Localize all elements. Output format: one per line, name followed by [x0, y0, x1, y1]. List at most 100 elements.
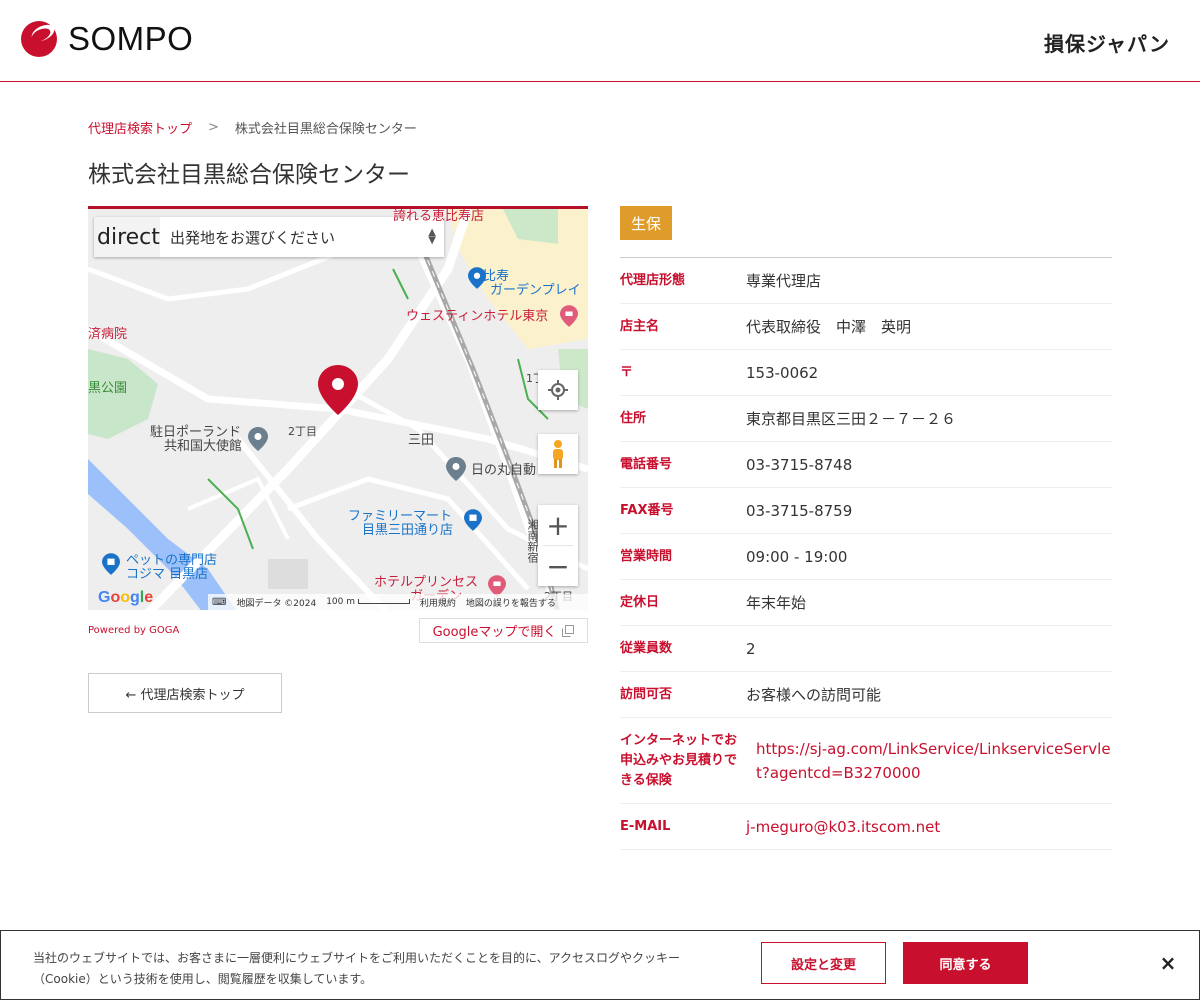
scale-bar[interactable]: 100 m — [326, 597, 410, 607]
breadcrumb-current: 株式会社目黒総合保険センター — [234, 122, 417, 137]
info-row-hours: 営業時間 09:00 - 19:00 — [620, 534, 1112, 580]
info-row-phone: 電話番号 03-3715-8748 — [620, 442, 1112, 488]
info-row-fax: FAX番号 03-3715-8759 — [620, 488, 1112, 534]
close-icon[interactable]: × — [1156, 951, 1180, 975]
embassy-pin-icon[interactable] — [248, 427, 268, 451]
map-label-pet2: コジマ 目黒店 — [126, 567, 209, 582]
map-label-familymart: ファミリーマート — [348, 509, 453, 524]
info-label: 訪問可否 — [620, 686, 673, 702]
map-label-westin: ウェスティンホテル東京 — [406, 309, 549, 324]
info-row-postal-code: 〒 153-0062 — [620, 350, 1112, 396]
pegman-icon — [553, 440, 563, 468]
info-label: 住所 — [620, 410, 647, 426]
info-row-email: E-MAIL j-meguro@k03.itscom.net — [620, 804, 1112, 850]
info-row-holidays: 定休日 年末年始 — [620, 580, 1112, 626]
map-label-pet: ペットの専門店 — [126, 553, 218, 568]
map-label-2chome: 2丁目 — [288, 425, 317, 438]
info-value: 代表取締役 中澤 英明 — [746, 317, 912, 336]
zoom-controls: + − — [538, 505, 578, 586]
info-row-address: 住所 東京都目黒区三田２－７－２６ — [620, 396, 1112, 442]
info-label: 営業時間 — [620, 548, 673, 564]
info-value: お客様への訪問可能 — [746, 685, 882, 704]
google-logo[interactable]: Google — [98, 589, 153, 607]
cookie-banner: 当社のウェブサイトでは、お客さまに一層便利にウェブサイトをご利用いただくことを目… — [0, 930, 1200, 1000]
info-value: 東京都目黒区三田２－７－２６ — [746, 409, 957, 428]
email-link[interactable]: j-meguro@k03.itscom.net — [746, 815, 1112, 839]
info-row-agency-type: 代理店形態 専業代理店 — [620, 258, 1112, 304]
map-label-familymart2: 目黒三田通り店 — [362, 523, 454, 538]
info-row-visit: 訪問可否 お客様への訪問可能 — [620, 672, 1112, 718]
report-error-link[interactable]: 地図の誤りを報告する — [466, 596, 556, 609]
agency-info-table: 代理店形態 専業代理店 店主名 代表取締役 中澤 英明 〒 153-0062 住… — [620, 257, 1112, 850]
page-title: 株式会社目黒総合保険センター — [88, 162, 410, 188]
info-value: 09:00 - 19:00 — [746, 547, 848, 566]
zoom-out-button[interactable]: − — [538, 546, 578, 586]
external-window-icon — [562, 624, 575, 637]
breadcrumb-top-link[interactable]: 代理店検索トップ — [88, 118, 192, 137]
online-insurance-link[interactable]: https://sj-ag.com/LinkService/Linkservic… — [746, 737, 1112, 785]
map-label-mita: 三田 — [408, 433, 435, 448]
info-row-online-insurance: インターネットでお申込みやお見積りできる保険 https://sj-ag.com… — [620, 718, 1112, 804]
street-view-button[interactable] — [538, 434, 578, 474]
info-label: 代理店形態 — [620, 272, 686, 288]
cookie-notice-text: 当社のウェブサイトでは、お客さまに一層便利にウェブサイトをご利用いただくことを目… — [33, 951, 681, 986]
map-label-park: 黒公園 — [88, 381, 128, 396]
crosshair-icon — [548, 380, 568, 400]
map-data-credit: 地図データ ©2024 — [236, 598, 317, 609]
site-header: SOMPO 損保ジャパン — [0, 0, 1200, 82]
sompo-logo-icon — [20, 20, 58, 58]
info-label: 電話番号 — [620, 456, 673, 472]
map-label-ebisu2: ガーデンプレイ — [490, 283, 581, 298]
open-google-maps-button[interactable]: Googleマップで開く — [419, 618, 588, 643]
direct-label: direct — [94, 217, 160, 257]
info-value: 03-3715-8748 — [746, 455, 853, 474]
school-pin-icon[interactable] — [446, 457, 466, 481]
map-view[interactable]: direct 出発地をお選びください ▲ ▼ 誇れる恵比寿店 恵比寿 ガーデンプレ… — [88, 206, 588, 610]
map-label-hospital: 済病院 — [88, 327, 128, 342]
info-value: 03-3715-8759 — [746, 501, 853, 520]
pet-shop-pin-icon[interactable] — [102, 553, 120, 575]
sompo-logo[interactable]: SOMPO — [20, 20, 193, 58]
cookie-agree-button[interactable]: 同意する — [903, 942, 1028, 984]
info-label: 従業員数 — [620, 640, 673, 656]
info-label: 店主名 — [620, 318, 660, 334]
info-value: 専業代理店 — [746, 271, 822, 290]
origin-select-value: 出発地をお選びください — [170, 228, 336, 247]
map-label-embassy: 駐日ポーランド — [150, 425, 242, 440]
info-label: FAX番号 — [620, 502, 674, 518]
garden-pin-icon[interactable] — [468, 267, 486, 289]
life-insurance-badge: 生保 — [620, 206, 672, 240]
select-arrows-icon: ▲ ▼ — [428, 227, 436, 246]
info-value: 153-0062 — [746, 363, 819, 382]
keyboard-icon[interactable]: ⌨ — [212, 597, 226, 608]
map-label-embassy2: 共和国大使館 — [164, 439, 243, 454]
my-location-button[interactable] — [538, 370, 578, 410]
breadcrumb-separator: > — [208, 120, 219, 135]
familymart-pin-icon[interactable] — [464, 509, 482, 531]
info-row-employees: 従業員数 2 — [620, 626, 1112, 672]
directions-box: direct 出発地をお選びください ▲ ▼ — [94, 217, 444, 257]
terms-link[interactable]: 利用規約 — [420, 596, 456, 609]
info-value: 年末年始 — [746, 593, 807, 612]
powered-by-goga[interactable]: Powered by GOGA — [88, 625, 179, 636]
cookie-settings-button[interactable]: 設定と変更 — [761, 942, 886, 984]
location-marker-icon[interactable] — [318, 365, 358, 415]
open-google-maps-label: Googleマップで開く — [432, 625, 557, 640]
info-label: 〒 — [620, 364, 634, 380]
map-label-hotel: ホテルプリンセス — [374, 575, 479, 590]
back-to-search-button[interactable]: ← 代理店検索トップ — [88, 673, 282, 713]
info-label: 定休日 — [620, 594, 660, 610]
origin-select[interactable]: 出発地をお選びください ▲ ▼ — [160, 227, 444, 248]
breadcrumb: 代理店検索トップ > 株式会社目黒総合保険センター — [88, 118, 417, 137]
info-label: E-MAIL — [620, 818, 671, 834]
hotel-pin-icon[interactable] — [560, 305, 578, 327]
logo-text: SOMPO — [68, 20, 194, 57]
sompo-japan-brand[interactable]: 損保ジャパン — [1044, 28, 1170, 57]
zoom-in-button[interactable]: + — [538, 505, 578, 545]
map-label-hinomaru: 日の丸自動 — [471, 463, 537, 478]
info-label: インターネットでお申込みやお見積りできる保険 — [620, 732, 738, 788]
map-label-top: 誇れる恵比寿店 — [393, 209, 485, 224]
info-value: 2 — [746, 639, 756, 658]
map-footer: ⌨ 地図データ ©2024 100 m 利用規約 地図の誤りを報告する — [208, 594, 588, 610]
info-row-owner: 店主名 代表取締役 中澤 英明 — [620, 304, 1112, 350]
